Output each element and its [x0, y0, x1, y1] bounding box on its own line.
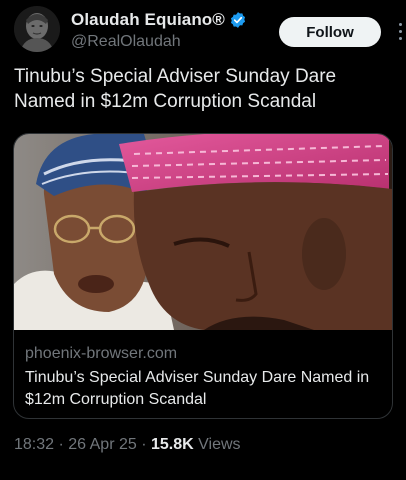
- tweet-date[interactable]: 26 Apr 25: [68, 436, 137, 453]
- user-handle[interactable]: @RealOlaudah: [71, 33, 181, 51]
- avatar[interactable]: [14, 6, 60, 52]
- meta-separator: ·: [54, 436, 69, 453]
- link-card-image[interactable]: [14, 134, 392, 330]
- meta-separator: ·: [136, 436, 151, 453]
- views-label: Views: [198, 436, 241, 453]
- verified-badge-icon: [230, 12, 245, 28]
- link-card[interactable]: phoenix-browser.com Tinubu’s Special Adv…: [13, 133, 393, 419]
- portrait-avatar-icon: [14, 6, 60, 52]
- news-photo-icon: [14, 134, 392, 330]
- tweet-time[interactable]: 18:32: [14, 436, 54, 453]
- tweet-header: Olaudah Equiano® @RealOlaudah Follow: [14, 6, 402, 56]
- tweet-text: Tinubu’s Special Adviser Sunday Dare Nam…: [14, 66, 337, 112]
- views-count: 15.8K: [150, 436, 194, 453]
- tweet-meta: 18:32 · 26 Apr 25 · 15.8K Views: [14, 436, 241, 454]
- display-name[interactable]: Olaudah Equiano®: [71, 10, 225, 30]
- more-vertical-icon[interactable]: [392, 18, 406, 44]
- follow-button[interactable]: Follow: [279, 17, 381, 47]
- link-card-title: Tinubu’s Special Adviser Sunday Dare Nam…: [25, 369, 370, 408]
- link-card-domain: phoenix-browser.com: [25, 345, 178, 362]
- name-row: Olaudah Equiano®: [71, 10, 247, 30]
